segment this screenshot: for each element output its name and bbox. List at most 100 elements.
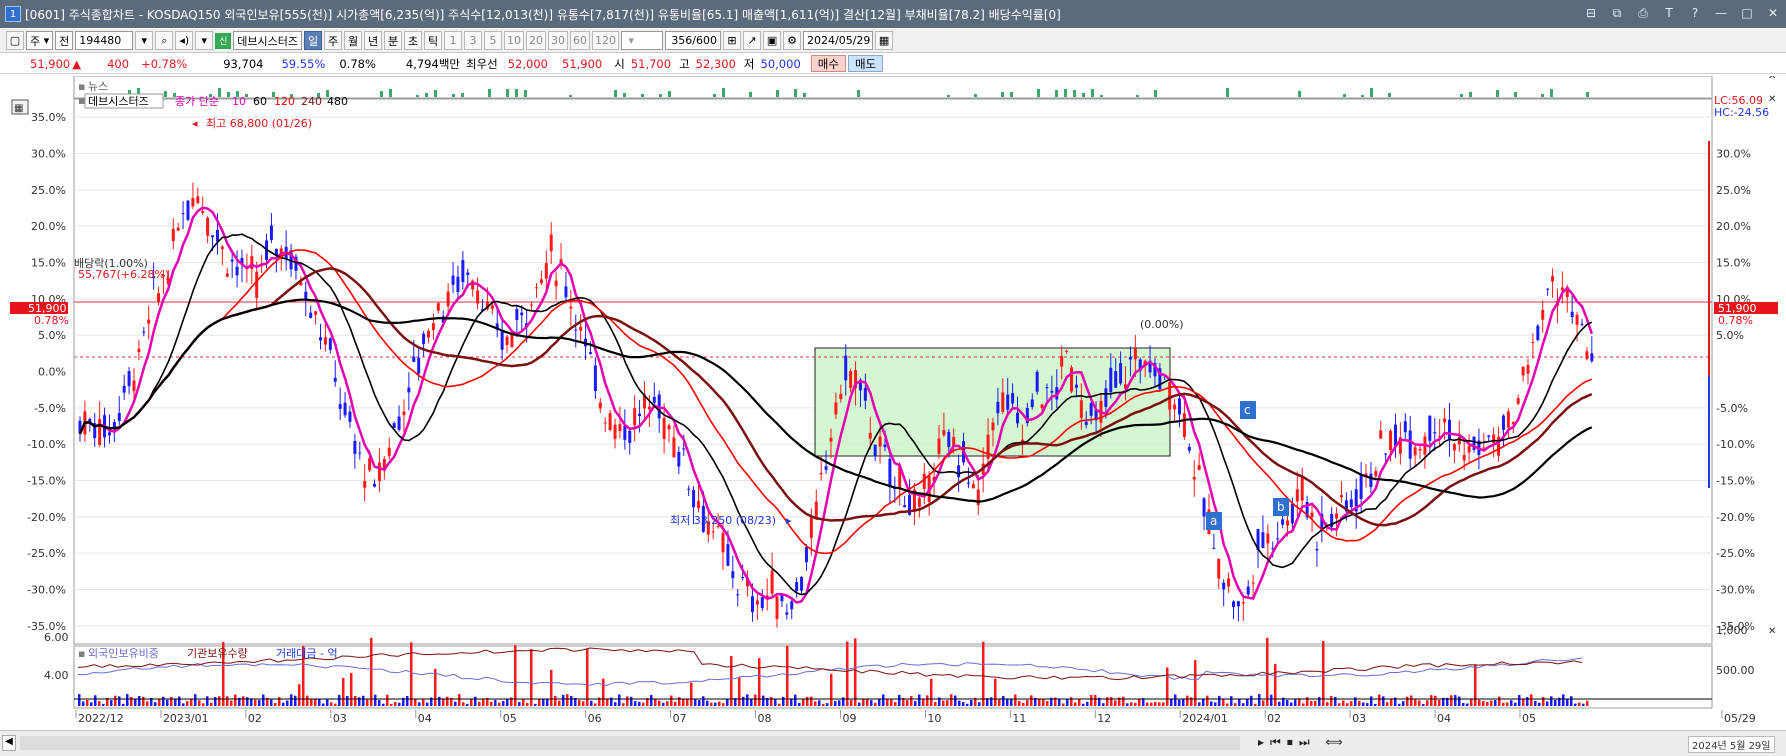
candle-body (500, 331, 504, 350)
sound-icon[interactable]: ◂) (175, 31, 194, 50)
candle-body (1197, 465, 1201, 470)
interval-60[interactable]: 60 (570, 31, 591, 50)
volume-bar (1286, 699, 1289, 706)
zoom-icon[interactable]: ⊞ (723, 31, 742, 50)
volume-bar (1270, 694, 1273, 706)
y-tick-right: 5.0% (1716, 329, 1744, 342)
candle-body (191, 197, 195, 207)
interval-10[interactable]: 10 (504, 31, 525, 50)
help-icon[interactable]: ? (1686, 4, 1704, 22)
legend-ma-60[interactable]: 60 (253, 95, 267, 108)
settings-icon[interactable]: ⚙ (783, 31, 802, 50)
code-input[interactable]: 194480 (75, 31, 134, 50)
interval-120[interactable]: 120 (592, 31, 620, 50)
legend-ma-240[interactable]: 240 (301, 95, 322, 108)
candle-body (1227, 578, 1231, 587)
candle-body (652, 396, 656, 403)
news-bar (416, 95, 419, 97)
interval-5[interactable]: 5 (484, 31, 503, 50)
candle-body (157, 293, 161, 302)
type-select[interactable]: 주 ▾ (26, 31, 54, 50)
minimize-icon[interactable]: — (1712, 4, 1730, 22)
volume-bar (726, 699, 729, 706)
interval-30[interactable]: 30 (548, 31, 569, 50)
legend-ma-10[interactable]: 10 (232, 95, 246, 108)
period-second[interactable]: 초 (404, 31, 423, 50)
range-input[interactable]: 356/600 (665, 31, 722, 50)
stock-chart[interactable]: ▪ 뉴스 ▦ 35.0%30.0%25.0%20.0%15.0%10.0%5.0… (0, 71, 1786, 736)
volume-bar (1242, 703, 1245, 706)
candle-body (431, 323, 435, 331)
period-tick[interactable]: 틱 (424, 31, 443, 50)
lower-legend-amount[interactable]: 거래대금 - 억 (276, 647, 338, 660)
volume-bar (322, 703, 325, 706)
sell-button[interactable]: 매도 (847, 55, 884, 72)
copy-window-icon[interactable]: ⧉ (1608, 4, 1626, 22)
interval-20[interactable]: 20 (526, 31, 547, 50)
lower-legend-inst[interactable]: 기관보유수량 (187, 647, 248, 660)
period-year[interactable]: 년 (364, 31, 383, 50)
sound-dropdown-icon[interactable]: ▾ (195, 31, 214, 50)
y-tick-left: -10.0% (27, 438, 66, 451)
calendar-icon[interactable]: ▦ (875, 31, 894, 50)
candle-body (1541, 309, 1545, 320)
volume-bar (1246, 699, 1249, 706)
candle-body (1035, 371, 1039, 392)
layout-icon[interactable]: ▢ (6, 31, 24, 50)
volume-bar (654, 698, 657, 706)
volume-bar (1046, 700, 1049, 706)
candle-body (1295, 489, 1299, 502)
save-icon[interactable]: ▣ (763, 31, 782, 50)
candle-body (466, 272, 470, 275)
text-icon[interactable]: T (1660, 4, 1678, 22)
news-bar (1037, 89, 1040, 97)
candle-body (1281, 519, 1285, 525)
period-minute[interactable]: 분 (384, 31, 403, 50)
best-ask: 52,000 (507, 56, 548, 71)
volume-bar (306, 695, 309, 706)
maximize-icon[interactable]: □ (1738, 4, 1756, 22)
volume-bar (386, 694, 389, 706)
link-icon[interactable]: ⊟ (1582, 4, 1600, 22)
y-tick-left: -20.0% (27, 511, 66, 524)
panel-close-icon[interactable]: ✕ (1768, 626, 1776, 637)
period-week[interactable]: 주 (324, 31, 343, 50)
chart-area[interactable]: ▪ 뉴스 ▦ 35.0% 30.0% 25.0% 20.0% 15.0% 10.0% 5.0… (0, 71, 1786, 736)
volume-bar (882, 694, 885, 706)
legend-ma-480[interactable]: 480 (327, 95, 348, 108)
candle-body (1089, 402, 1093, 416)
news-close-icon[interactable]: ✕ (1768, 71, 1776, 82)
window-number[interactable]: 1 (5, 6, 21, 22)
wave-a-label: a (1210, 514, 1217, 528)
interval-3[interactable]: 3 (464, 31, 483, 50)
lower-legend-foreign[interactable]: 외국인보유비중 (88, 647, 159, 660)
period-day[interactable]: 일 (304, 31, 323, 50)
scroll-bar[interactable]: ◀ ▸⏮⏹⏭ ⟺ 2024년 5월 29일 (0, 730, 1786, 756)
y-tick-right: 25.0% (1716, 184, 1751, 197)
amount: 4,794백만 (405, 56, 460, 71)
scroll-track[interactable] (20, 736, 1240, 750)
buy-button[interactable]: 매수 (810, 55, 846, 72)
scroll-left-icon[interactable]: ◀ (2, 735, 16, 751)
market-select[interactable]: 전 (55, 31, 74, 50)
scroll-controls[interactable]: ▸⏮⏹⏭ ⟺ (1258, 735, 1349, 750)
search-icon[interactable]: ⌕ (155, 31, 174, 50)
period-month[interactable]: 월 (344, 31, 363, 50)
company-name[interactable]: 데브시스터즈 (233, 31, 303, 50)
date-input[interactable]: 2024/05/29 (803, 31, 874, 50)
print-icon[interactable]: ⎙ (1634, 4, 1652, 22)
volume-bar (458, 694, 461, 706)
volume-bar (1334, 696, 1337, 706)
code-dropdown-icon[interactable]: ▾ (135, 31, 154, 50)
volume-bar (326, 699, 329, 706)
price-close-icon[interactable]: ✕ (1768, 94, 1776, 105)
interval-1[interactable]: 1 (444, 31, 463, 50)
volume-bar (1154, 701, 1157, 706)
legend-ma-120[interactable]: 120 (274, 95, 295, 108)
status-datetime: 2024년 5월 29일 (1688, 736, 1775, 753)
interval-select[interactable]: ▾ (621, 31, 664, 50)
candle-body (358, 452, 362, 454)
close-icon[interactable]: ✕ (1764, 4, 1782, 22)
news-bar (1064, 89, 1067, 97)
trend-icon[interactable]: ↗ (743, 31, 762, 50)
